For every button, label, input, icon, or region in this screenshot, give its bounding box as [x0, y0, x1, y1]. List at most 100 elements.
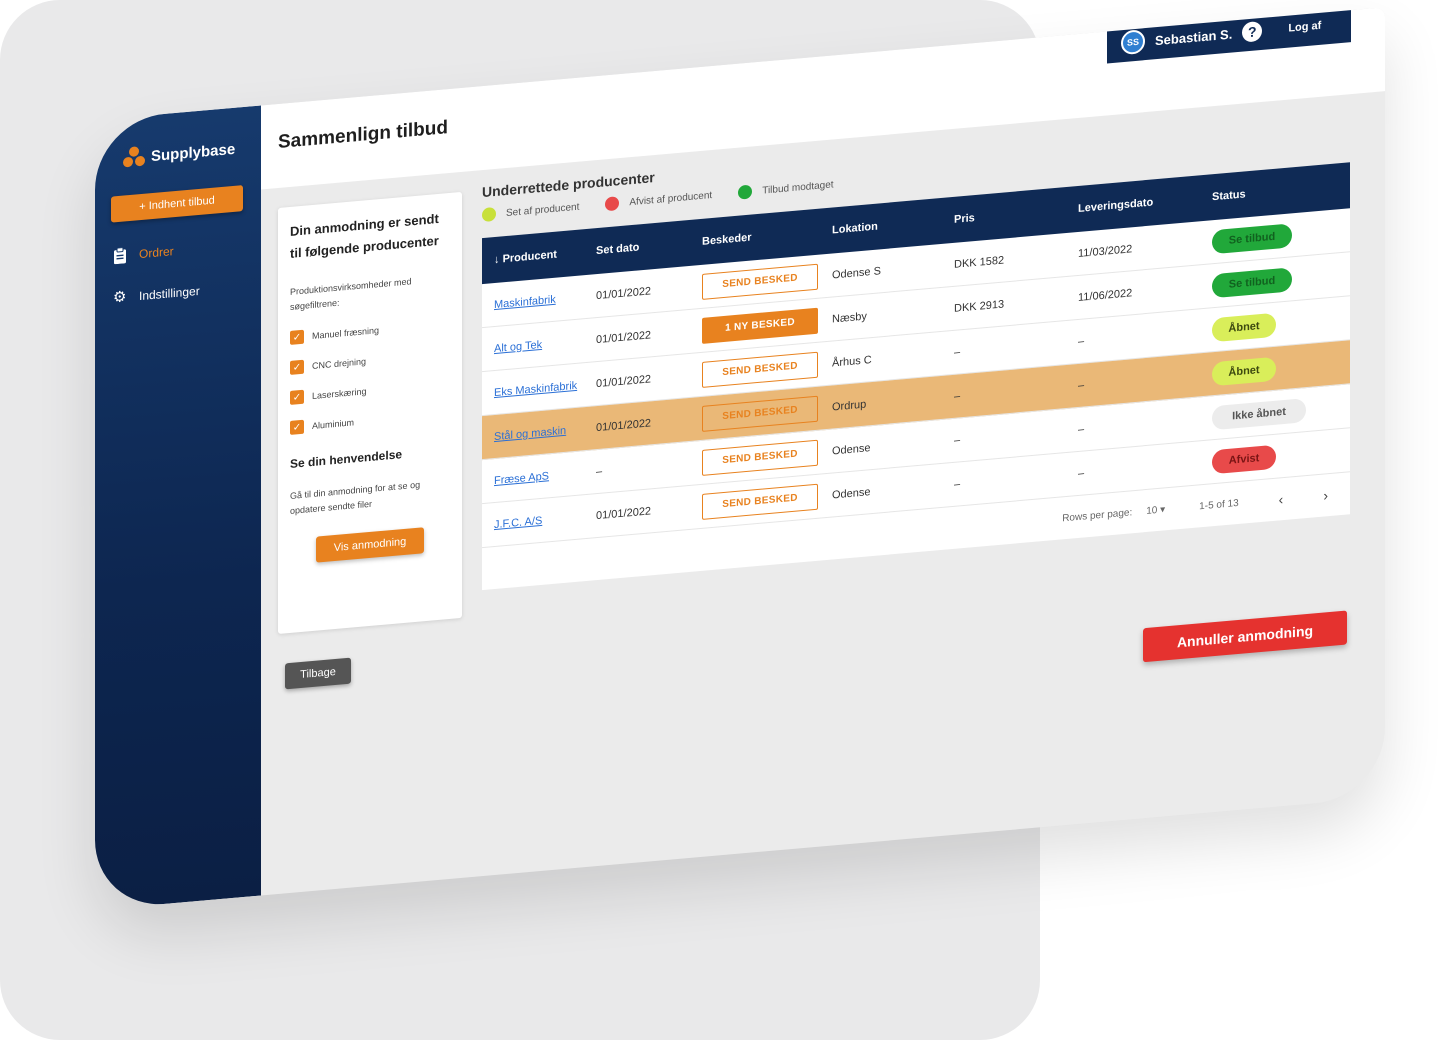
user-bar: SS Sebastian S. ? Log af	[1107, 7, 1351, 64]
cancel-request-button[interactable]: Annuller anmodning	[1143, 610, 1347, 663]
logo-text: Supplybase	[151, 140, 236, 165]
clipboard-icon	[113, 247, 127, 265]
seen-date: –	[596, 465, 603, 478]
seen-date: 01/01/2022	[596, 372, 652, 390]
column-header-delivery[interactable]: Leveringsdato	[1078, 191, 1212, 215]
filter-checkbox[interactable]: ✓ CNC drejning	[290, 347, 450, 375]
producer-link[interactable]: Alt og Tek	[494, 338, 542, 354]
panel-heading: Din anmodning er sendt til følgende prod…	[290, 210, 439, 261]
filter-checkbox[interactable]: ✓ Laserskæring	[290, 377, 450, 405]
producer-link[interactable]: Fræse ApS	[494, 470, 549, 487]
seen-date: 01/01/2022	[596, 416, 652, 434]
logo[interactable]: Supplybase	[123, 138, 235, 170]
section-heading: Se din henvendelse	[290, 447, 403, 471]
logo-icon	[123, 146, 145, 170]
status-badge: Afvist	[1212, 444, 1276, 474]
rows-per-page-label: Rows per page:	[1062, 506, 1133, 524]
producer-link[interactable]: Eks Maskinfabrik	[494, 379, 577, 398]
legend-dot	[482, 206, 496, 223]
chevron-left-icon[interactable]: ‹	[1279, 491, 1284, 507]
send-message-button[interactable]: SEND BESKED	[702, 351, 818, 388]
filter-intro: Produktionsvirksomheder med søgefiltrene…	[290, 276, 412, 312]
view-request-button[interactable]: Vis anmodning	[316, 527, 424, 563]
filter-label: CNC drejning	[312, 356, 367, 372]
legend-label: Afvist af producent	[629, 189, 713, 208]
column-label: Producent	[502, 248, 557, 266]
back-button[interactable]: Tilbage	[285, 657, 351, 690]
delivery-date: –	[1078, 378, 1085, 392]
sidebar: Supplybase + Indhent tilbud Ordrer ⚙ Ind…	[95, 105, 261, 910]
status-badge[interactable]: Se tilbud	[1212, 222, 1292, 254]
location: Odense S	[832, 264, 881, 282]
status-badge[interactable]: Se tilbud	[1212, 266, 1292, 298]
checkmark-icon: ✓	[290, 359, 304, 375]
send-message-button[interactable]: SEND BESKED	[702, 439, 818, 476]
chevron-right-icon[interactable]: ›	[1323, 487, 1328, 503]
producer-link[interactable]: Maskinfabrik	[494, 293, 556, 310]
send-message-button[interactable]: SEND BESKED	[702, 395, 818, 432]
rows-per-page-select[interactable]: 10 ▾	[1146, 504, 1165, 517]
send-message-button[interactable]: SEND BESKED	[702, 263, 818, 300]
price: –	[954, 345, 961, 359]
price: –	[954, 433, 961, 447]
checkmark-icon: ✓	[290, 389, 304, 405]
filter-checkbox[interactable]: ✓ Manuel fræsning	[290, 317, 450, 345]
seen-date: 01/01/2022	[596, 504, 652, 522]
column-header-seen-date[interactable]: Set dato	[596, 236, 702, 257]
producer-link[interactable]: Stål og maskin	[494, 424, 566, 442]
filter-label: Aluminium	[312, 417, 355, 432]
delivery-date: 11/03/2022	[1078, 242, 1133, 260]
stage: Supplybase + Indhent tilbud Ordrer ⚙ Ind…	[0, 0, 1444, 1057]
gear-icon: ⚙	[113, 288, 127, 307]
delivery-date: 11/06/2022	[1078, 286, 1133, 304]
filter-label: Manuel fræsning	[312, 325, 380, 342]
column-header-location[interactable]: Lokation	[832, 214, 954, 237]
producer-link[interactable]: J.F.C. A/S	[494, 514, 542, 530]
legend-dot	[738, 184, 753, 200]
location: Næsby	[832, 309, 867, 326]
user-name[interactable]: Sebastian S.	[1155, 26, 1232, 48]
app-window: Supplybase + Indhent tilbud Ordrer ⚙ Ind…	[95, 7, 1385, 910]
location: Odense	[832, 441, 871, 458]
column-header-messages[interactable]: Beskeder	[702, 225, 832, 248]
legend-item: Afvist af producent	[605, 188, 713, 212]
status-badge: Ikke åbnet	[1212, 397, 1306, 430]
new-quote-button[interactable]: + Indhent tilbud	[111, 185, 243, 223]
caret-down-icon: ▾	[1160, 503, 1166, 516]
rows-per-page-value: 10	[1146, 504, 1158, 517]
send-message-button[interactable]: SEND BESKED	[702, 483, 818, 520]
checkmark-icon: ✓	[290, 419, 304, 435]
checkmark-icon: ✓	[290, 329, 304, 345]
sidebar-item-orders[interactable]: Ordrer	[113, 243, 174, 265]
location: Ordrup	[832, 398, 867, 414]
sidebar-item-label: Indstillinger	[139, 283, 200, 304]
filter-label: Laserskæring	[312, 386, 367, 402]
help-icon[interactable]: ?	[1242, 20, 1263, 43]
seen-date: 01/01/2022	[596, 284, 652, 302]
new-message-button[interactable]: 1 NY BESKED	[702, 307, 818, 344]
column-header-producer[interactable]: ↓ Producent	[482, 245, 596, 267]
price: DKK 2913	[954, 297, 1005, 315]
request-panel: Din anmodning er sendt til følgende prod…	[278, 191, 462, 634]
page-title: Sammenlign tilbud	[278, 117, 448, 153]
legend-item: Tilbud modtaget	[738, 177, 834, 200]
seen-date: 01/01/2022	[596, 328, 652, 346]
main-area: Sammenlign tilbud SS Sebastian S. ? Log …	[261, 7, 1385, 895]
legend-dot	[605, 196, 620, 212]
delivery-date: –	[1078, 422, 1085, 436]
status-badge: Åbnet	[1212, 312, 1276, 342]
column-header-price[interactable]: Pris	[954, 203, 1078, 226]
producers-table: ↓ Producent Set dato Beskeder Lokation P…	[482, 162, 1350, 591]
sidebar-item-label: Ordrer	[139, 244, 174, 262]
legend-label: Tilbud modtaget	[762, 178, 834, 197]
delivery-date: –	[1078, 466, 1085, 480]
legend-item: Set af producent	[482, 200, 579, 223]
avatar[interactable]: SS	[1121, 29, 1145, 56]
column-header-status[interactable]: Status	[1212, 179, 1350, 203]
status-badge: Åbnet	[1212, 356, 1276, 386]
sidebar-item-settings[interactable]: ⚙ Indstillinger	[113, 283, 200, 307]
page-range: 1-5 of 13	[1199, 497, 1239, 512]
price: –	[954, 477, 961, 491]
filter-checkbox[interactable]: ✓ Aluminium	[290, 407, 450, 435]
logout-link[interactable]: Log af	[1288, 20, 1321, 35]
